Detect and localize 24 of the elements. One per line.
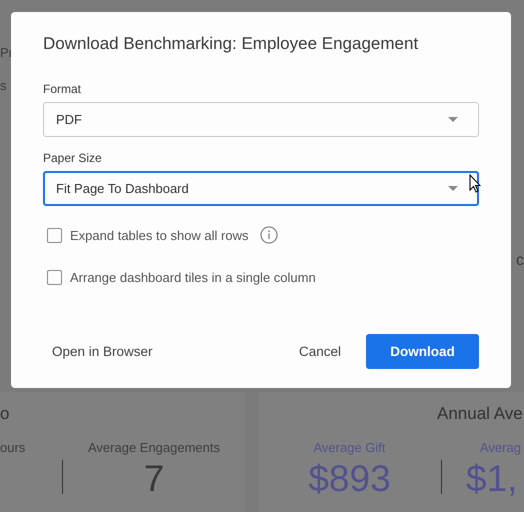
field-label: Format [43,82,82,96]
mouse-pointer-icon [469,174,481,193]
text-button[interactable]: Open in Browser [43,334,162,369]
stat-value: 7 [144,457,164,501]
background-text: s [0,78,8,93]
dropdown-field[interactable]: PDF [43,102,479,137]
card-title: o [0,404,10,425]
dropdown-field[interactable]: Fit Page To Dashboard [43,171,479,206]
stat-label: ours [0,440,26,455]
info-icon[interactable] [260,226,278,244]
stat-label: Average Engagements [88,440,220,455]
caret-icon [448,117,458,122]
option-label: Arrange dashboard tiles in a single column [70,270,316,284]
background-text: Pr [0,45,13,60]
dialog-title: Download Benchmarking: Employee Engagement [43,34,420,55]
checkbox[interactable] [47,228,62,242]
text-button[interactable]: Cancel [290,334,350,369]
download-button[interactable]: Download [366,334,479,369]
option-label: Expand tables to show all rows [70,228,248,242]
card-title: Annual Ave [436,404,524,425]
caret-icon [448,186,458,191]
field-label: Paper Size [43,151,103,165]
checkbox[interactable] [47,270,62,284]
background-text: c [516,252,524,271]
